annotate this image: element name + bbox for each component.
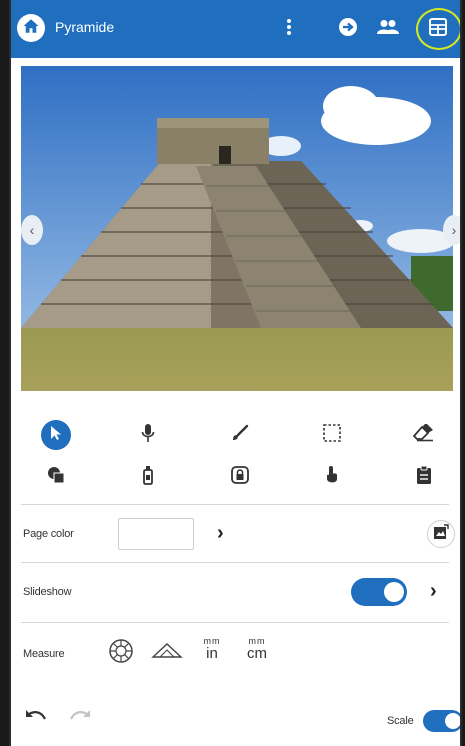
page-background-button[interactable] xyxy=(427,520,455,548)
shapes-tool[interactable] xyxy=(41,462,71,492)
protractor-button[interactable] xyxy=(105,638,137,668)
scale-label: Scale xyxy=(387,715,414,727)
forward-button[interactable] xyxy=(335,16,361,42)
more-menu-button[interactable] xyxy=(276,16,302,42)
redo-button[interactable] xyxy=(69,708,93,728)
protractor-icon xyxy=(107,637,135,670)
people-icon xyxy=(377,19,399,40)
brush-tool[interactable] xyxy=(225,420,255,450)
home-icon xyxy=(22,17,40,40)
scale-toggle[interactable] xyxy=(423,710,460,732)
brush-icon xyxy=(231,424,249,447)
home-button[interactable] xyxy=(17,14,45,42)
slideshow-expand-button[interactable]: › xyxy=(430,580,437,603)
chevron-right-icon: › xyxy=(430,580,437,602)
slideshow-label: Slideshow xyxy=(23,586,72,598)
layout-button[interactable] xyxy=(425,16,451,42)
more-vertical-icon xyxy=(286,18,292,41)
select-tool[interactable] xyxy=(317,420,347,450)
image-edit-icon xyxy=(433,523,449,545)
lock-tool[interactable] xyxy=(225,462,255,492)
ruler-cm-button[interactable]: mm cm xyxy=(241,636,273,661)
eraser-icon xyxy=(412,422,435,447)
spray-can-icon xyxy=(141,465,155,490)
spray-tool[interactable] xyxy=(133,462,163,492)
measure-label: Measure xyxy=(23,648,65,660)
divider xyxy=(21,504,449,505)
pyramid-photo xyxy=(21,66,453,391)
chevron-right-icon: › xyxy=(217,522,224,544)
page-color-expand-button[interactable]: › xyxy=(217,522,224,545)
page-color-label: Page color xyxy=(23,528,74,540)
unit-cm-label: cm xyxy=(247,645,267,662)
select-rectangle-icon xyxy=(322,423,342,448)
share-people-button[interactable] xyxy=(375,16,401,42)
divider xyxy=(21,622,449,623)
toggle-knob xyxy=(384,582,404,602)
voice-tool[interactable] xyxy=(133,420,163,450)
undo-icon xyxy=(25,709,47,728)
tool-palette xyxy=(11,418,460,498)
divider xyxy=(21,562,449,563)
microphone-icon xyxy=(141,423,155,448)
clipboard-icon xyxy=(416,465,432,490)
clipboard-tool[interactable] xyxy=(409,462,439,492)
ruler-inch-button[interactable]: mm in xyxy=(197,636,227,661)
toggle-knob xyxy=(445,713,460,729)
touch-hand-icon xyxy=(324,465,340,490)
chevron-right-icon: › xyxy=(451,222,457,238)
triangle-ruler-icon xyxy=(151,641,183,666)
shapes-icon xyxy=(46,465,66,490)
triangle-ruler-button[interactable] xyxy=(149,640,185,666)
next-image-button[interactable]: › xyxy=(443,215,460,245)
chevron-left-icon: ‹ xyxy=(29,222,35,238)
unit-inch-label: in xyxy=(206,645,218,662)
eraser-tool[interactable] xyxy=(409,420,439,450)
lock-frame-icon xyxy=(230,465,250,490)
slideshow-toggle[interactable] xyxy=(351,578,407,606)
grid-layout-icon xyxy=(429,17,447,41)
redo-icon xyxy=(69,709,91,728)
pointer-tool[interactable] xyxy=(41,420,71,450)
page-color-swatch[interactable] xyxy=(118,518,194,550)
app-frame: Pyramide ‹ › Page color › Slideshow › Me… xyxy=(9,0,462,746)
previous-image-button[interactable]: ‹ xyxy=(21,215,43,245)
pointer-icon xyxy=(49,425,63,446)
undo-button[interactable] xyxy=(25,708,49,728)
top-bar: Pyramide xyxy=(11,0,460,58)
touch-tool[interactable] xyxy=(317,462,347,492)
app-title: Pyramide xyxy=(55,19,115,35)
arrow-right-circle-icon xyxy=(338,17,358,42)
